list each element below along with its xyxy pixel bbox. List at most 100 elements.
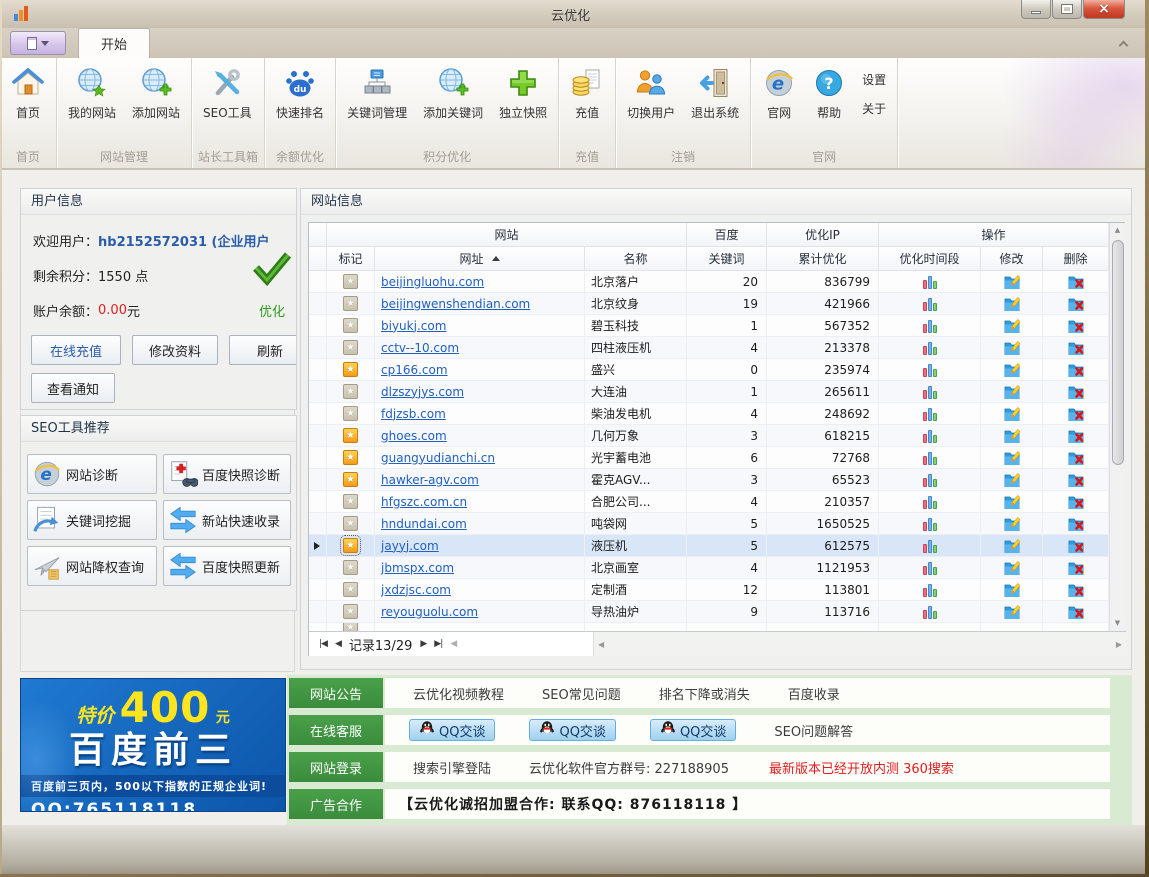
site-url-link[interactable]: jxdzjsc.com [381, 583, 451, 597]
prev-page-button[interactable]: ◀ [335, 639, 341, 649]
edit-icon[interactable] [1004, 451, 1020, 465]
chart-bars-icon[interactable] [923, 275, 937, 289]
qq-chat-button[interactable]: QQ交谈 [409, 719, 495, 741]
chart-bars-icon[interactable] [923, 429, 937, 443]
edit-icon[interactable] [1004, 605, 1020, 619]
footer-link[interactable]: 搜索引擎登陆 [413, 758, 491, 777]
site-url-link[interactable]: ghoes.com [381, 429, 447, 443]
site-url-link[interactable]: cctv--10.com [381, 341, 459, 355]
delete-icon[interactable] [1068, 583, 1084, 597]
ribbon-collapse-button[interactable] [1115, 36, 1131, 50]
footer-link[interactable]: 百度收录 [788, 684, 840, 703]
tab-start[interactable]: 开始 [78, 28, 150, 58]
site-url-link[interactable]: cp166.com [381, 363, 448, 377]
star-icon[interactable]: ★ [343, 340, 358, 355]
star-icon[interactable]: ★ [343, 516, 358, 531]
star-icon[interactable]: ★ [343, 604, 358, 619]
delete-icon[interactable] [1068, 385, 1084, 399]
star-icon[interactable]: ★ [343, 582, 358, 597]
col-header-keywords[interactable]: 关键词 [687, 247, 767, 271]
star-icon[interactable]: ★ [343, 450, 358, 465]
ribbon-button-0[interactable]: 充值 [562, 61, 612, 148]
delete-icon[interactable] [1068, 319, 1084, 333]
app-menu-button[interactable] [10, 31, 66, 55]
edit-icon[interactable] [1004, 517, 1020, 531]
site-url-link[interactable]: biyukj.com [381, 319, 446, 333]
group-header-site[interactable]: 网站 [327, 223, 687, 247]
chart-bars-icon[interactable] [923, 583, 937, 597]
chart-bars-icon[interactable] [923, 451, 937, 465]
edit-icon[interactable] [1004, 473, 1020, 487]
vertical-scrollbar[interactable]: ▲ ▼ [1109, 223, 1125, 631]
scroll-down-icon[interactable]: ▼ [1115, 616, 1120, 631]
edit-profile-button[interactable]: 修改资料 [132, 335, 218, 365]
chart-bars-icon[interactable] [923, 561, 937, 575]
chart-bars-icon[interactable] [923, 495, 937, 509]
star-icon[interactable]: ★ [343, 538, 358, 553]
online-recharge-button[interactable]: 在线充值 [31, 335, 121, 365]
minimize-button[interactable] [1021, 0, 1051, 19]
col-header-period[interactable]: 优化时间段 [879, 247, 981, 271]
delete-icon[interactable] [1068, 341, 1084, 355]
star-icon[interactable]: ★ [343, 406, 358, 421]
footer-link[interactable]: 排名下降或消失 [659, 684, 750, 703]
ribbon-button-0[interactable]: 关键词管理 [339, 61, 415, 148]
star-icon[interactable]: ★ [343, 623, 358, 631]
delete-icon[interactable] [1068, 297, 1084, 311]
chart-bars-icon[interactable] [923, 517, 937, 531]
chart-bars-icon[interactable] [923, 539, 937, 553]
star-icon[interactable]: ★ [343, 384, 358, 399]
edit-icon[interactable] [1004, 429, 1020, 443]
ribbon-small-button[interactable]: 关于 [862, 100, 886, 117]
footer-link[interactable]: 云优化视频教程 [413, 684, 504, 703]
delete-icon[interactable] [1068, 473, 1084, 487]
chart-bars-icon[interactable] [923, 385, 937, 399]
last-page-button[interactable]: ▶| [434, 639, 442, 649]
col-header-delete[interactable]: 删除 [1043, 247, 1109, 271]
scroll-left-icon[interactable]: ◀ [598, 640, 604, 649]
qq-chat-button[interactable]: QQ交谈 [650, 719, 736, 741]
titlebar[interactable]: 云优化 × [0, 0, 1149, 28]
site-url-link[interactable]: hndundai.com [381, 517, 467, 531]
group-header-actions[interactable]: 操作 [879, 223, 1109, 247]
edit-icon[interactable] [1004, 363, 1020, 377]
scroll-right-icon[interactable]: ▶ [1116, 640, 1122, 649]
delete-icon[interactable] [1068, 495, 1084, 509]
first-page-button[interactable]: |◀ [319, 639, 327, 649]
ad-banner[interactable]: 特价 400 元 百度前三 百度前三页内，500以下指数的正规企业词! QQ:7… [20, 678, 286, 812]
edit-icon[interactable] [1004, 561, 1020, 575]
footer-link[interactable]: SEO常见问题 [542, 684, 621, 703]
ribbon-button-0[interactable]: SEO工具 [195, 61, 260, 148]
col-header-mark[interactable]: 标记 [327, 247, 375, 271]
col-header-url[interactable]: 网址 [375, 247, 585, 271]
view-notice-button[interactable]: 查看通知 [31, 373, 115, 403]
horizontal-scrollbar[interactable]: ◀ ▶ [594, 632, 1126, 656]
site-url-link[interactable]: reyouguolu.com [381, 605, 478, 619]
delete-icon[interactable] [1068, 275, 1084, 289]
edit-icon[interactable] [1004, 385, 1020, 399]
star-icon[interactable]: ★ [343, 274, 358, 289]
site-url-link[interactable]: beijingluohu.com [381, 275, 484, 289]
qq-chat-button[interactable]: QQ交谈 [529, 719, 615, 741]
col-header-name[interactable]: 名称 [585, 247, 687, 271]
scroll-up-icon[interactable]: ▲ [1115, 223, 1120, 238]
delete-icon[interactable] [1068, 539, 1084, 553]
seo-tool-button-4[interactable]: 网站降权查询 [27, 546, 157, 586]
edit-icon[interactable] [1004, 495, 1020, 509]
star-icon[interactable]: ★ [343, 296, 358, 311]
footer-qq-group[interactable]: 云优化软件官方群号: 227188905 [529, 758, 729, 777]
close-button[interactable]: × [1083, 0, 1125, 19]
site-url-link[interactable]: beijingwenshendian.com [381, 297, 530, 311]
edit-icon[interactable] [1004, 583, 1020, 597]
edit-icon[interactable] [1004, 341, 1020, 355]
seo-tool-button-1[interactable]: 百度快照诊断 [163, 454, 291, 494]
ribbon-button-0[interactable]: e官网 [754, 61, 804, 148]
chart-bars-icon[interactable] [923, 341, 937, 355]
col-header-total[interactable]: 累计优化 [767, 247, 879, 271]
seo-tool-button-2[interactable]: 关键词挖掘 [27, 500, 157, 540]
star-icon[interactable]: ★ [343, 362, 358, 377]
star-icon[interactable]: ★ [343, 318, 358, 333]
ribbon-button-0[interactable]: 首页 [3, 61, 53, 148]
delete-icon[interactable] [1068, 517, 1084, 531]
ribbon-button-1[interactable]: 添加关键词 [415, 61, 491, 148]
